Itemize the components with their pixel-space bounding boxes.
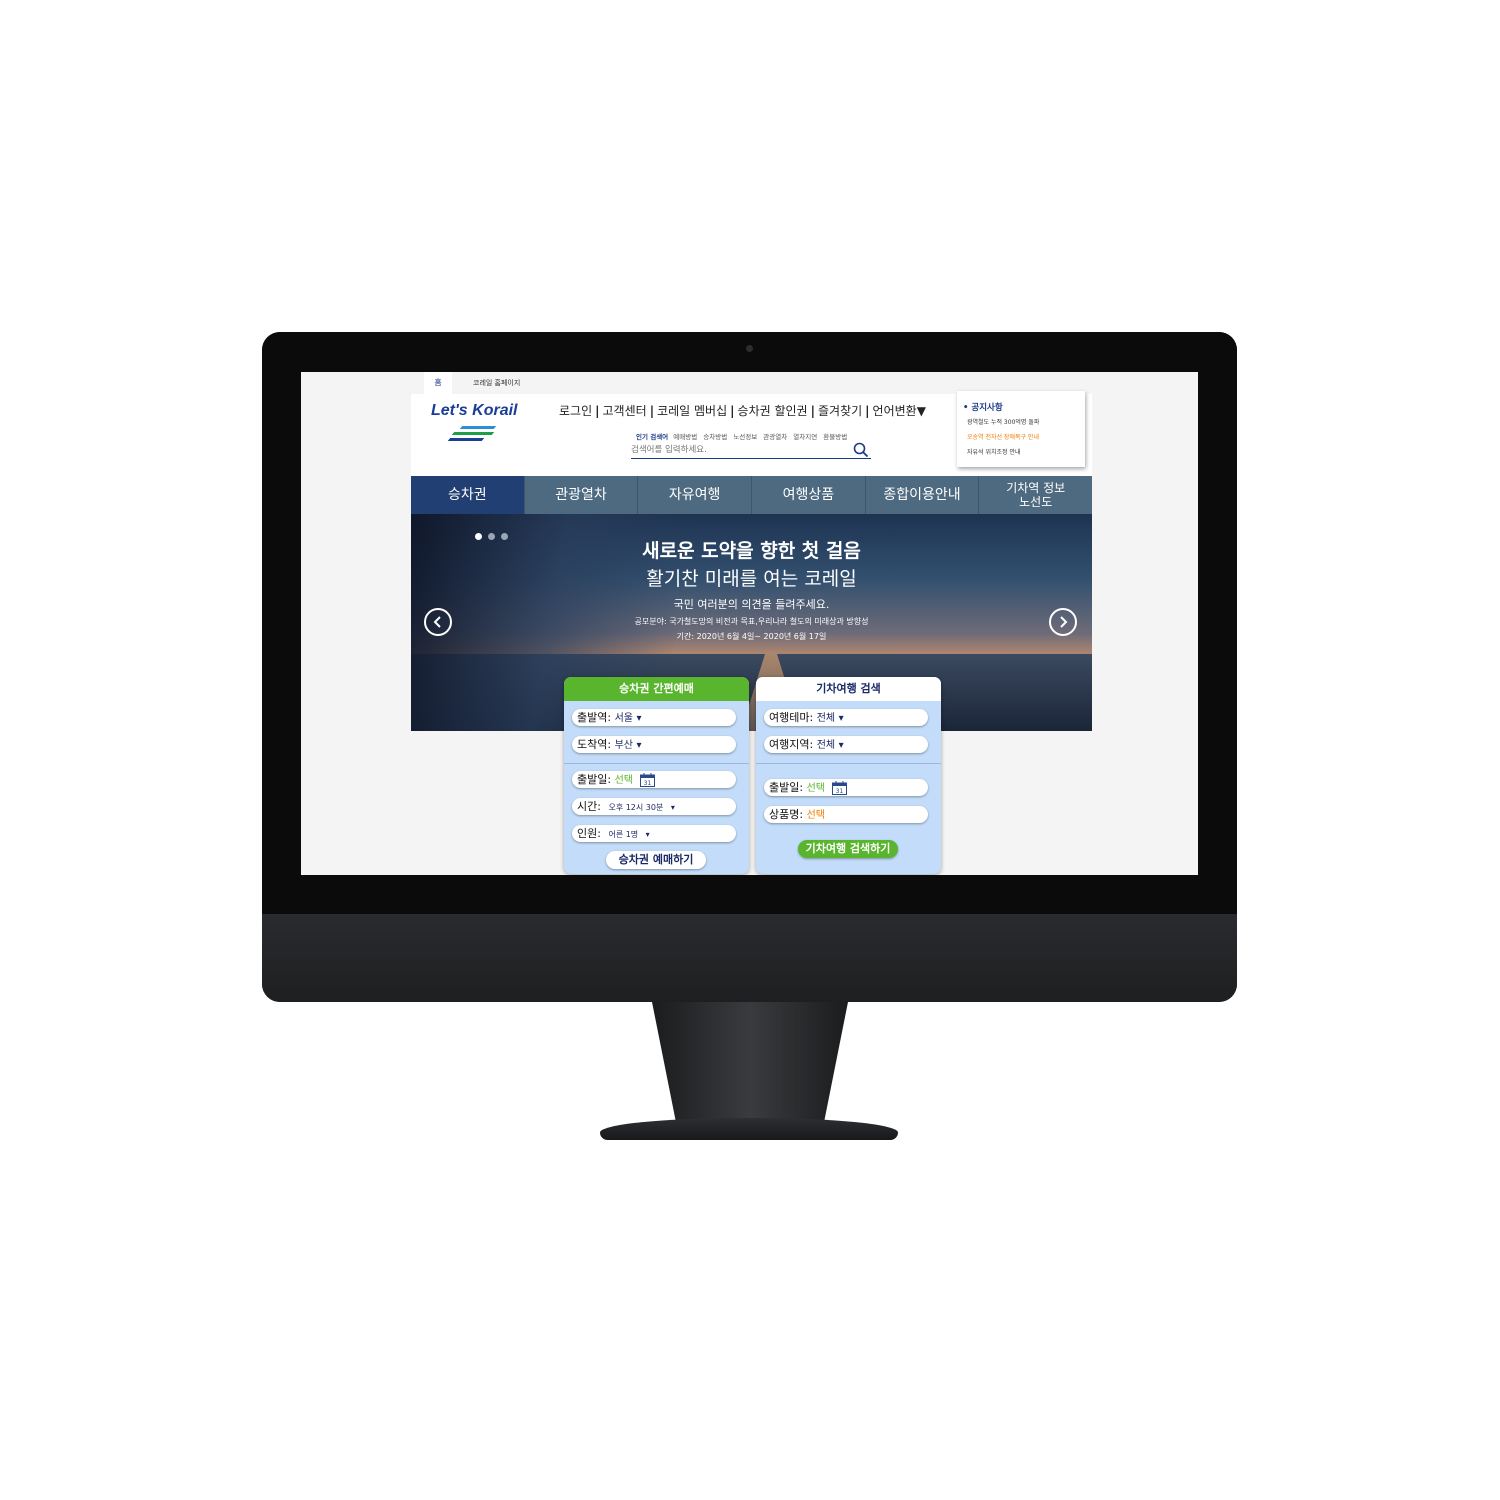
book-ticket-button[interactable]: 승차권 예매하기: [606, 851, 706, 869]
hero-headline: 새로운 도약을 향한 첫 걸음: [642, 540, 861, 562]
departure-date-picker[interactable]: 출발일: 선택 31: [572, 771, 736, 788]
korail-page: 홈 코레일 홈페이지 Let's Korail 로그인 | 고객센터 | 코레일 멤버십…: [411, 372, 1092, 875]
dropdown-arrow-icon: ▾: [645, 830, 650, 839]
nav-item-station-info[interactable]: 기차역 정보 노선도: [979, 476, 1092, 514]
separator: |: [865, 404, 870, 418]
travel-panel-title: 기차여행 검색: [756, 677, 941, 701]
monitor-stand: [652, 1002, 848, 1120]
popular-label: 인기 검색어: [636, 433, 669, 441]
travel-search-button[interactable]: 기차여행 검색하기: [798, 840, 898, 858]
util-language[interactable]: 언어변환▼: [873, 404, 926, 418]
separator: |: [595, 404, 600, 418]
calendar-icon[interactable]: 31: [832, 781, 848, 795]
keyword-link[interactable]: 노선정보: [733, 433, 757, 441]
departure-label: 출발역:: [577, 711, 612, 724]
nav-item-guide[interactable]: 종합이용안내: [866, 476, 980, 514]
monitor-foot: [600, 1118, 898, 1140]
calendar-day: 31: [836, 788, 844, 795]
ticket-quick-booking-panel: 승차권 간편예매 출발역: 서울 ▾ 도착역: 부산 ▾ 출발일: 선택 31: [564, 677, 749, 874]
logo[interactable]: Let's Korail: [431, 402, 518, 420]
date-label: 출발일:: [769, 781, 804, 794]
search-box: [631, 442, 871, 459]
util-login[interactable]: 로그인: [559, 404, 592, 418]
keyword-link[interactable]: 열차지연: [793, 433, 817, 441]
people-value: 어른 1명: [608, 830, 639, 839]
hero-line1: 국민 여러분의 의견을 들려주세요.: [673, 598, 830, 611]
util-discount[interactable]: 승차권 할인권: [738, 404, 808, 418]
nav-item-tour-train[interactable]: 관광열차: [525, 476, 639, 514]
calendar-day: 31: [644, 780, 652, 787]
separator: |: [730, 404, 735, 418]
dropdown-arrow-icon: ▾: [838, 740, 844, 751]
monitor-chin: [262, 914, 1237, 1002]
logo-stripes-icon: [447, 426, 501, 444]
tab-home[interactable]: 홈: [424, 372, 452, 394]
region-value: 전체: [816, 740, 836, 751]
train-travel-search-panel: 기차여행 검색 여행테마: 전체 ▾ 여행지역: 전체 ▾ 출발일: 선택 31: [756, 677, 941, 874]
nav-item-tickets[interactable]: 승차권: [411, 476, 525, 514]
travel-region-select[interactable]: 여행지역: 전체 ▾: [764, 736, 928, 753]
util-customer-center[interactable]: 고객센터: [603, 404, 647, 418]
departure-station-select[interactable]: 출발역: 서울 ▾: [572, 709, 736, 726]
date-value: 선택: [806, 783, 825, 794]
arrival-label: 도착역:: [577, 738, 612, 751]
tab-korail-homepage[interactable]: 코레일 홈페이지: [473, 372, 520, 394]
keyword-link[interactable]: 환불방법: [823, 433, 847, 441]
search-icon[interactable]: [853, 442, 869, 458]
time-label: 시간:: [577, 800, 601, 813]
main-nav: 승차권 관광열차 자유여행 여행상품 종합이용안내 기차역 정보 노선도: [411, 476, 1092, 514]
popular-keywords: 인기 검색어 예매방법 승차방법 노선정보 관광열차 열차지연 환불방법: [636, 431, 851, 441]
keyword-link[interactable]: 예매방법: [673, 433, 697, 441]
util-favorites[interactable]: 즐겨찾기: [818, 404, 862, 418]
notice-box: • 공지사항 광역철도 누적 300억명 돌파 오송역 천자선 장애복구 안내 …: [957, 391, 1085, 467]
travel-theme-select[interactable]: 여행테마: 전체 ▾: [764, 709, 928, 726]
dropdown-arrow-icon: ▾: [838, 713, 844, 724]
calendar-icon[interactable]: 31: [640, 773, 656, 787]
prev-arrow-icon[interactable]: [424, 608, 452, 636]
notice-title[interactable]: • 공지사항: [963, 401, 1003, 413]
product-value: 선택: [806, 810, 825, 821]
keyword-link[interactable]: 승차방법: [703, 433, 727, 441]
date-value: 선택: [614, 775, 633, 786]
region-label: 여행지역:: [769, 738, 814, 751]
notice-item[interactable]: 광역철도 누적 300억명 돌파: [967, 417, 1039, 426]
utility-menu: 로그인 | 고객센터 | 코레일 멤버십 | 승차권 할인권 | 즐겨찾기 | 언어변환▼: [559, 402, 926, 419]
hero-line2: 공모분야: 국가철도망의 비전과 목표,우리나라 철도의 미래상과 방향성: [634, 617, 869, 626]
dropdown-arrow-icon: ▾: [636, 713, 642, 724]
nav-item-free-travel[interactable]: 자유여행: [638, 476, 753, 514]
hero-banner: 새로운 도약을 향한 첫 걸음 활기찬 미래를 여는 코레일 국민 여러분의 의…: [411, 514, 1092, 731]
panel-divider: [564, 763, 749, 764]
theme-value: 전체: [816, 713, 836, 724]
arrival-value: 부산: [614, 740, 633, 751]
camera-dot: [746, 345, 753, 352]
time-value: 오후 12시 30분: [608, 803, 664, 812]
hero-subheadline: 활기찬 미래를 여는 코레일: [646, 568, 857, 590]
product-label: 상품명:: [769, 808, 804, 821]
people-label: 인원:: [577, 827, 601, 840]
dropdown-arrow-icon: ▾: [670, 803, 675, 812]
passenger-select[interactable]: 인원: 어른 1명 ▾: [572, 825, 736, 842]
panel-divider: [756, 763, 941, 764]
departure-value: 서울: [614, 713, 633, 724]
notice-item[interactable]: 오송역 천자선 장애복구 안내: [967, 432, 1039, 441]
hero-line3: 기간: 2020년 6월 4일~ 2020년 6월 17일: [676, 632, 827, 641]
nav-item-travel-products[interactable]: 여행상품: [752, 476, 866, 514]
keyword-link[interactable]: 관광열차: [763, 433, 787, 441]
ticket-panel-title: 승차권 간편예매: [564, 677, 749, 701]
time-select[interactable]: 시간: 오후 12시 30분 ▾: [572, 798, 736, 815]
header: Let's Korail 로그인 | 고객센터 | 코레일 멤버십 | 승차권 할인권 | 즐겨…: [411, 391, 1092, 476]
travel-date-picker[interactable]: 출발일: 선택 31: [764, 779, 928, 796]
notice-item[interactable]: 자유석 위치조정 안내: [967, 447, 1021, 456]
theme-label: 여행테마:: [769, 711, 814, 724]
product-name-select[interactable]: 상품명: 선택: [764, 806, 928, 823]
util-membership[interactable]: 코레일 멤버십: [657, 404, 727, 418]
separator: |: [649, 404, 655, 418]
next-arrow-icon[interactable]: [1049, 608, 1077, 636]
screen: 홈 코레일 홈페이지 Let's Korail 로그인 | 고객센터 | 코레일 멤버십…: [301, 372, 1198, 875]
separator: |: [810, 404, 815, 418]
search-input[interactable]: [631, 444, 841, 456]
dropdown-arrow-icon: ▾: [636, 740, 642, 751]
arrival-station-select[interactable]: 도착역: 부산 ▾: [572, 736, 736, 753]
date-label: 출발일:: [577, 773, 612, 786]
